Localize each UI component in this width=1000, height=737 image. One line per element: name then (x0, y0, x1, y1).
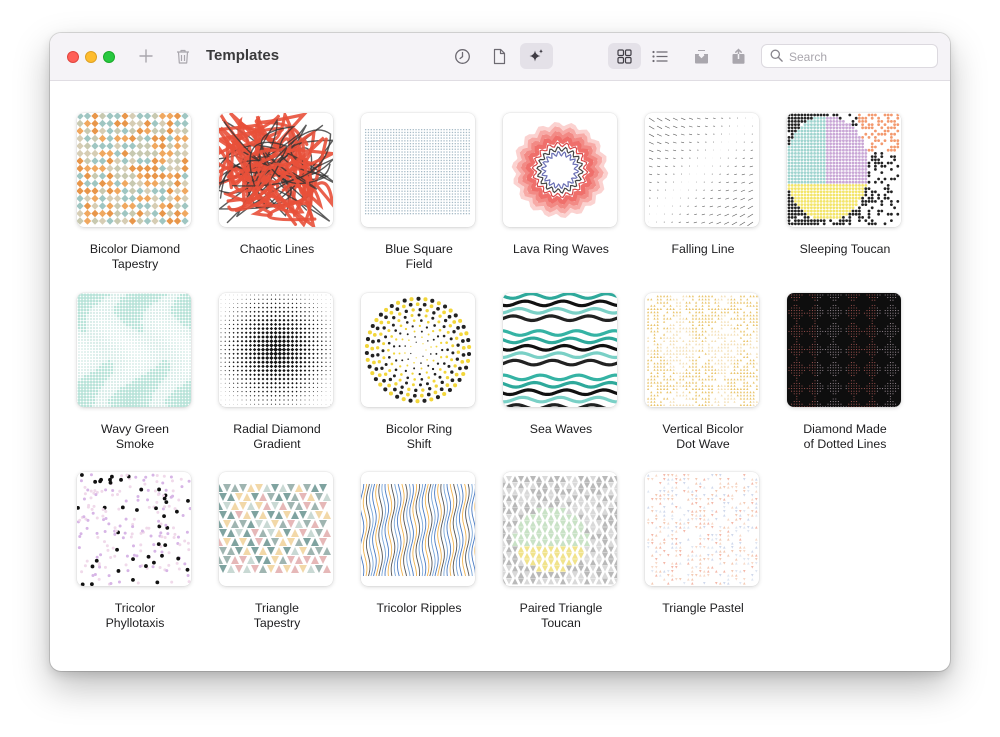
template-thumbnail (503, 472, 617, 586)
sparkles-icon (529, 48, 543, 61)
list-view-icon (652, 50, 668, 62)
recents-button[interactable] (450, 44, 474, 68)
share-icon (732, 47, 744, 64)
template-name: Bicolor Ring (385, 422, 453, 436)
search-input[interactable] (787, 47, 931, 67)
plus-icon (139, 49, 153, 63)
template-name: Diamond Made (803, 422, 887, 436)
search-icon (770, 49, 783, 62)
close-window-button[interactable] (67, 51, 79, 63)
template-thumbnail (503, 293, 617, 407)
template-name: Falling Line (671, 242, 735, 256)
list-view-button[interactable] (648, 44, 672, 68)
template-thumbnail (219, 472, 333, 586)
delete-button[interactable] (171, 44, 195, 68)
template-thumbnail (645, 293, 759, 407)
document-icon (493, 48, 505, 64)
template-name-line2: Phyllotaxis (105, 615, 165, 630)
template-thumbnail (645, 113, 759, 227)
template-name-line2: Smoke (115, 436, 155, 451)
add-button[interactable] (134, 44, 158, 68)
template-name: Paired Triangle (519, 601, 603, 615)
template-thumbnail (503, 113, 617, 227)
import-icon (694, 49, 708, 63)
template-name: Wavy Green (101, 422, 169, 436)
template-thumbnail (77, 472, 191, 586)
minimize-window-button[interactable] (85, 51, 97, 63)
template-name: Blue Square (385, 242, 453, 256)
template-name-line2: Gradient (253, 436, 301, 451)
template-name-line2: Tapestry (253, 615, 301, 630)
template-name: Bicolor Diamond (89, 242, 181, 256)
template-name-line2: Field (405, 256, 433, 271)
template-thumbnail (77, 113, 191, 227)
import-button[interactable] (689, 44, 713, 68)
template-name-line2: Tapestry (111, 256, 159, 271)
template-name-line2: of Dotted Lines (803, 436, 887, 451)
templates-button[interactable] (520, 43, 553, 69)
template-thumbnail (787, 293, 901, 407)
template-name: Chaotic Lines (239, 242, 315, 256)
template-thumbnail (361, 472, 475, 586)
template-thumbnail (361, 113, 475, 227)
template-name: Sleeping Toucan (799, 242, 891, 256)
window-title: Templates (206, 47, 280, 64)
toolbar: Templates (50, 33, 950, 81)
template-thumbnail (361, 293, 475, 407)
template-name: Lava Ring Waves (513, 242, 609, 256)
template-thumbnail (77, 293, 191, 407)
documents-button[interactable] (487, 44, 511, 68)
template-name: Sea Waves (529, 422, 593, 436)
template-thumbnail (645, 472, 759, 586)
template-name-line2: Dot Wave (676, 436, 730, 451)
template-name-line2: Toucan (541, 615, 581, 630)
search-field[interactable] (761, 44, 938, 68)
template-grid: Bicolor Diamond Tapestry Chaotic Lines Bl… (50, 80, 950, 671)
template-name-line2: Shift (406, 436, 432, 451)
template-name: Vertical Bicolor (662, 422, 744, 436)
zoom-window-button[interactable] (103, 51, 115, 63)
templates-window: Templates Bicolor Diamo (50, 33, 950, 671)
template-name: Triangle (255, 601, 299, 615)
template-name: Tricolor Ripples (376, 601, 462, 615)
template-thumbnail (787, 113, 901, 227)
template-name: Tricolor (114, 601, 156, 615)
template-name: Radial Diamond (233, 422, 321, 436)
grid-view-button[interactable] (608, 43, 641, 69)
template-thumbnail (219, 293, 333, 407)
template-name: Triangle Pastel (662, 601, 744, 615)
trash-icon (177, 49, 189, 64)
grid-view-icon (617, 48, 632, 64)
template-thumbnail (219, 113, 333, 227)
clock-icon (454, 48, 470, 64)
share-button[interactable] (726, 44, 750, 68)
